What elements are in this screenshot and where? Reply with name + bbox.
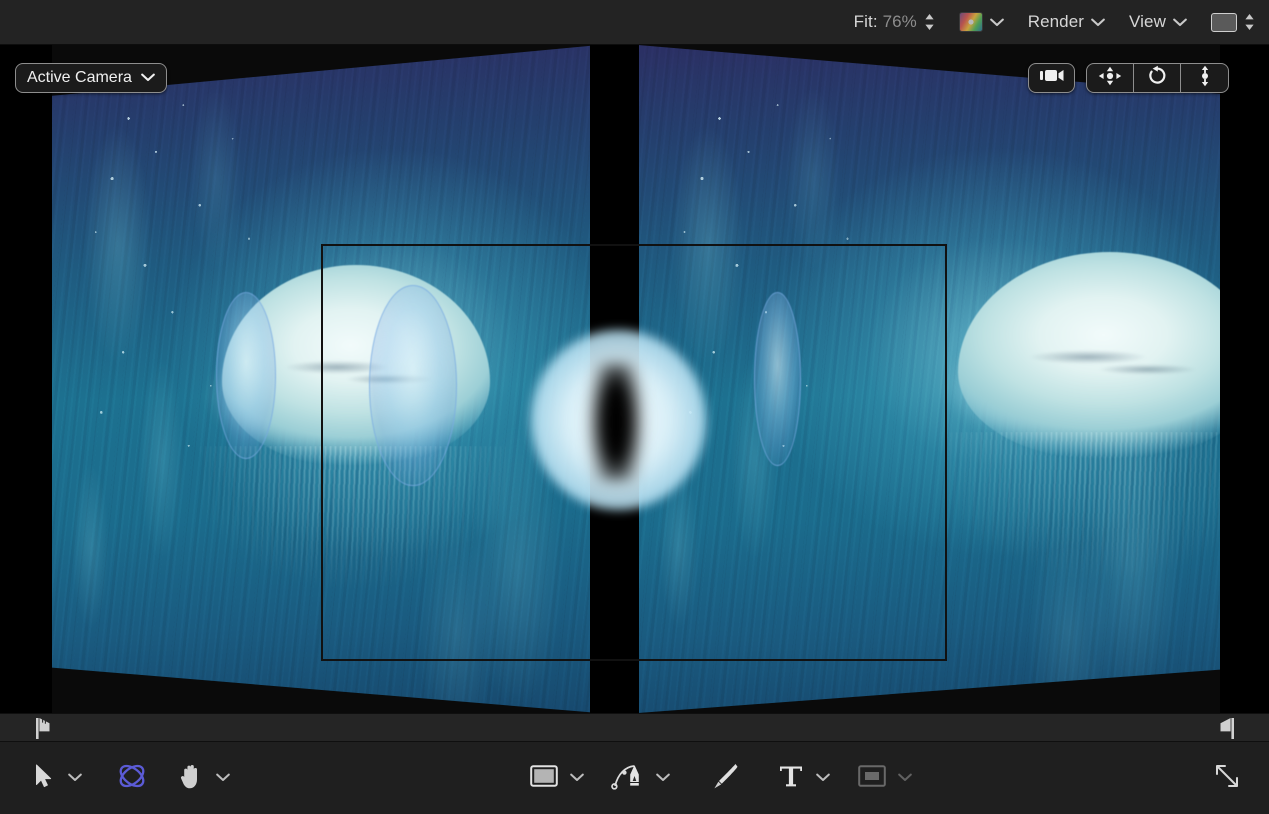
- view-menu[interactable]: View: [1129, 12, 1187, 32]
- pan-four-arrows-icon: [1098, 66, 1122, 91]
- select-tool[interactable]: [26, 755, 60, 801]
- image-panel-left[interactable]: [52, 45, 599, 713]
- in-point-marker-icon[interactable]: [36, 718, 52, 744]
- replica-oval-c: [754, 292, 801, 466]
- playback-marker-bar[interactable]: [0, 713, 1269, 742]
- viewport-layout-control[interactable]: [1211, 12, 1255, 32]
- chevron-down-icon: [898, 769, 912, 787]
- bezier-pen-tool-chevron[interactable]: [648, 755, 678, 801]
- out-point-marker-icon[interactable]: [1218, 718, 1234, 744]
- camera-controls-hud: [1028, 63, 1229, 93]
- stepper-updown-icon[interactable]: [1244, 12, 1255, 32]
- camera-navigation-segment: [1086, 63, 1229, 93]
- viewport-layout-swatch-icon[interactable]: [1211, 13, 1237, 32]
- replica-oval-b: [369, 285, 457, 485]
- chevron-down-icon: [816, 769, 830, 787]
- transform-3d-tool[interactable]: [112, 755, 152, 801]
- rectangle-shape-icon: [530, 765, 558, 792]
- chevron-down-icon: [656, 769, 670, 787]
- text-t-icon: [778, 763, 804, 794]
- chevron-down-icon[interactable]: [1091, 18, 1105, 27]
- background-color-control[interactable]: [959, 12, 1004, 32]
- jellyfish-tentacles-left: [200, 446, 506, 660]
- chevron-down-icon: [570, 769, 584, 787]
- three-d-scene: Active Camera: [0, 45, 1269, 713]
- chevron-down-icon: [216, 769, 230, 787]
- active-camera-menu[interactable]: Active Camera: [15, 63, 167, 93]
- image-panel-right[interactable]: [638, 45, 1220, 713]
- jellyfish-inner-streak: [1025, 331, 1201, 393]
- video-camera-icon: [1039, 68, 1065, 88]
- dolly-updown-icon: [1198, 65, 1212, 92]
- camera-toggle-button[interactable]: [1028, 63, 1075, 93]
- paint-brush-icon: [709, 762, 739, 795]
- shape-tool-chevron[interactable]: [562, 755, 592, 801]
- active-camera-pill[interactable]: Active Camera: [15, 63, 167, 93]
- mask-tool-chevron[interactable]: [890, 755, 920, 801]
- arrow-cursor-icon: [35, 764, 52, 793]
- paint-stroke-tool[interactable]: [704, 755, 744, 801]
- text-tool-chevron[interactable]: [808, 755, 838, 801]
- active-camera-label: Active Camera: [27, 69, 132, 87]
- viewport-canvas[interactable]: Active Camera: [0, 45, 1269, 713]
- select-tool-chevron[interactable]: [60, 755, 90, 801]
- center-sphere-core: [588, 363, 644, 481]
- canvas-letterbox-left: [0, 45, 52, 713]
- replica-oval-a: [216, 292, 276, 459]
- jellyfish-tentacles-right: [941, 432, 1267, 652]
- chevron-down-icon: [68, 769, 82, 787]
- shape-tool[interactable]: [526, 755, 562, 801]
- top-toolbar: Fit: 76% Render View: [0, 0, 1269, 45]
- pan-tool-chevron[interactable]: [208, 755, 238, 801]
- chevron-down-icon[interactable]: [141, 69, 155, 87]
- diagonal-resize-arrows-icon: [1214, 763, 1240, 794]
- view-menu-label: View: [1129, 12, 1166, 32]
- bezier-pen-tool[interactable]: [608, 755, 648, 801]
- fit-label: Fit:: [854, 12, 878, 32]
- fit-zoom-control[interactable]: Fit: 76%: [854, 12, 935, 32]
- mask-tool[interactable]: [854, 755, 890, 801]
- orbit-camera-button[interactable]: [1134, 64, 1181, 92]
- chevron-down-icon[interactable]: [990, 18, 1004, 27]
- pan-camera-button[interactable]: [1087, 64, 1134, 92]
- jellyfish-bell-right: [958, 252, 1261, 459]
- bezier-pen-icon: [611, 762, 645, 795]
- motion-canvas-window: Fit: 76% Render View: [0, 0, 1269, 814]
- color-gradient-swatch-icon[interactable]: [959, 12, 983, 32]
- dolly-camera-button[interactable]: [1181, 64, 1228, 92]
- orbit-atom-icon: [117, 761, 147, 796]
- text-tool[interactable]: [774, 755, 808, 801]
- bottom-toolbar: [0, 742, 1269, 814]
- orbit-rotate-icon: [1147, 65, 1168, 91]
- chevron-down-icon[interactable]: [1173, 18, 1187, 27]
- pan-tool[interactable]: [174, 755, 208, 801]
- mask-rectangle-icon: [858, 765, 886, 792]
- fullscreen-toggle[interactable]: [1207, 755, 1247, 801]
- canvas-letterbox-right: [1220, 45, 1269, 713]
- fit-value: 76%: [883, 12, 917, 32]
- render-menu-label: Render: [1028, 12, 1084, 32]
- stepper-updown-icon[interactable]: [924, 12, 935, 32]
- hand-icon: [178, 762, 204, 794]
- render-menu[interactable]: Render: [1028, 12, 1105, 32]
